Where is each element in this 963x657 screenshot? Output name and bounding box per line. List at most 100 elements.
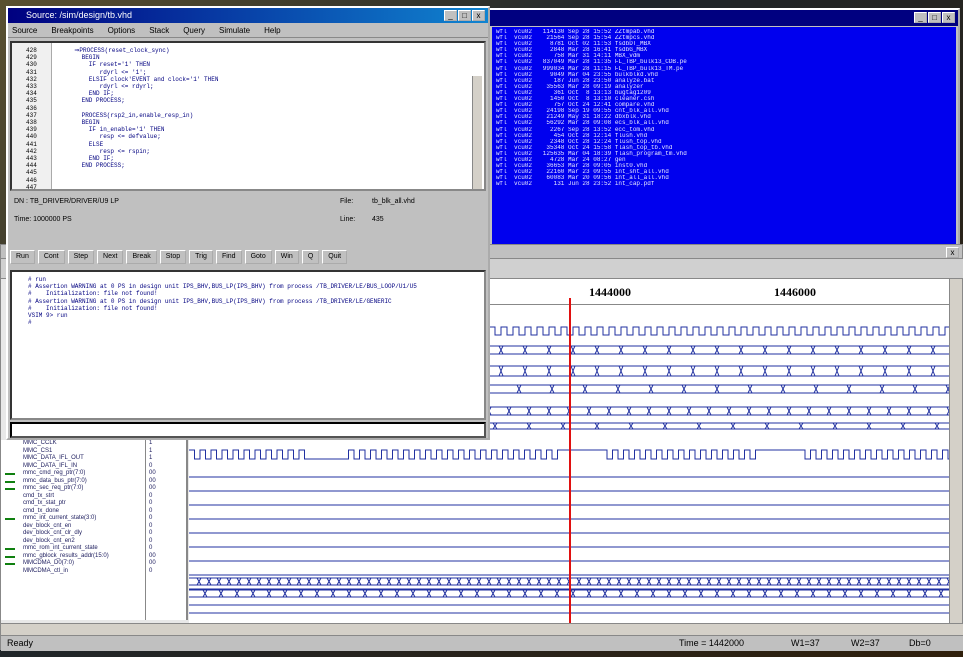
signal-name[interactable]: MMC_DATA_IFL_IN: [1, 463, 145, 471]
toolbar-button[interactable]: Q: [301, 249, 320, 264]
line-number: 434: [26, 90, 37, 98]
window-title: Source: /sim/design/tb.vhd: [26, 10, 133, 20]
code-line[interactable]: END IF;: [60, 155, 218, 162]
menu-bar: Source Breakpoints Options Stack Query Simula…: [8, 23, 488, 38]
source-window[interactable]: Source: /sim/design/tb.vhd _ □ x Source Bre…: [6, 6, 490, 440]
code-line[interactable]: ⇒PROCESS(reset_clock_sync): [60, 47, 218, 54]
toolbar-button[interactable]: Goto: [244, 249, 272, 264]
transcript-line: #: [28, 319, 32, 327]
code-line[interactable]: ELSIF clock'EVENT and clock='1' THEN: [60, 76, 219, 83]
signal-name[interactable]: mmc_rom_int_current_state: [1, 545, 145, 553]
line-number: 441: [26, 140, 37, 148]
status-w1: W1=37: [791, 638, 820, 648]
signal-names-pane[interactable]: MMC_CCLK MMC_CS1 MMC_DATA_IFL_OUT MMC_DATA_…: [1, 440, 146, 620]
transcript-pane[interactable]: # run # Assertion WARNING at 0 PS in desi…: [10, 270, 486, 420]
code-line[interactable]: BEGIN: [60, 54, 218, 61]
code-line[interactable]: BEGIN: [60, 119, 218, 126]
maximize-button[interactable]: □: [458, 10, 471, 21]
signal-name[interactable]: MMCDMA_ctl_in: [1, 568, 145, 576]
code-editor[interactable]: 428 429 430 431 432 433 434 435 436 437 438 439 440 4…: [10, 41, 486, 191]
code-text[interactable]: ⇒PROCESS(reset_clock_sync) BEGIN IF rese…: [60, 47, 218, 169]
minimize-button[interactable]: _: [914, 12, 927, 23]
toolbar-button[interactable]: Next: [97, 249, 124, 264]
line-number: 444: [26, 162, 37, 170]
signal-name[interactable]: mmc_gblock_results_addr(15:0): [1, 553, 145, 561]
line-number: 436: [26, 104, 37, 112]
signal-name-text: MMC_DATA_IFL_IN: [23, 462, 78, 469]
command-input[interactable]: [10, 422, 486, 438]
source-title-bar[interactable]: Source: /sim/design/tb.vhd _ □ x: [8, 8, 488, 23]
signal-name[interactable]: cmd_tx_stat_ptr: [1, 500, 145, 508]
line-number: 428: [26, 47, 37, 54]
terminal-output[interactable]: wfl vcu02 114130 Sep 28 15:52 ZZtmpab.vh…: [492, 27, 956, 244]
signal-name[interactable]: dev_block_cnt_en: [1, 523, 145, 531]
toolbar-button[interactable]: Stop: [159, 249, 187, 264]
close-icon[interactable]: x: [946, 247, 959, 258]
code-scrollbar[interactable]: [472, 76, 482, 189]
code-line[interactable]: END IF;: [60, 90, 218, 97]
bus-arrow-icon: [5, 518, 15, 520]
code-line[interactable]: [60, 105, 218, 112]
menu-item[interactable]: Options: [108, 23, 136, 37]
code-line[interactable]: rdyrl <= '1';: [60, 69, 218, 76]
menu-item[interactable]: Simulate: [219, 23, 250, 37]
code-line[interactable]: ELSE: [60, 141, 218, 148]
toolbar-button[interactable]: Run: [10, 249, 35, 264]
line-number: 445: [26, 169, 37, 177]
code-line[interactable]: PROCESS(rsp2_in,enable_resp_in): [60, 112, 218, 119]
signal-name[interactable]: mmc_data_bus_ptr(7:0): [1, 478, 145, 486]
toolbar-button[interactable]: Find: [215, 249, 242, 264]
toolbar-button[interactable]: Trig: [189, 249, 213, 264]
bus-arrow-icon: [5, 548, 15, 550]
signal-values-pane[interactable]: 1 1 1 0 00 00 00 0 0 0 0 0 0 0 0 00 00 0: [146, 440, 188, 620]
signal-name[interactable]: MMC_CCLK: [1, 440, 145, 448]
line-numbers: 428 429 430 431 432 433 434 435 436 437 438 439 440 4…: [12, 43, 51, 189]
signal-name[interactable]: mmc_cmd_reg_ptr(7:0): [1, 470, 145, 478]
transcript-line: VSIM 9> run: [28, 312, 68, 320]
signal-name[interactable]: MMCDMA_D0(7:0): [1, 560, 145, 568]
signal-value: 0: [149, 492, 153, 499]
code-line[interactable]: END PROCESS;: [60, 162, 218, 169]
menu-item[interactable]: Stack: [149, 23, 169, 37]
vertical-scrollbar[interactable]: [949, 279, 962, 623]
time-cursor[interactable]: [569, 298, 571, 623]
code-line[interactable]: IF in_enable='1' THEN: [60, 126, 218, 133]
menu-item[interactable]: Query: [183, 23, 205, 37]
code-line[interactable]: rdyrl <= rdyrl;: [60, 83, 218, 90]
signal-name[interactable]: dev_block_cnt_en2: [1, 538, 145, 546]
toolbar-button[interactable]: Quit: [322, 249, 348, 264]
transcript-line: # run: [28, 276, 47, 283]
line-number: 435: [26, 97, 37, 105]
signal-name[interactable]: mmc_sec_req_ptr(7:0): [1, 485, 145, 493]
terminal-window[interactable]: _ □ x wfl vcu02 114130 Sep 28 15:52 ZZtm…: [480, 8, 960, 248]
toolbar-button[interactable]: Break: [126, 249, 157, 264]
signal-name[interactable]: cmd_tx_done: [1, 508, 145, 516]
code-line[interactable]: resp <= defvalue;: [60, 133, 218, 140]
horizontal-scrollbar[interactable]: [1, 623, 963, 635]
toolbar-button[interactable]: Cont: [37, 249, 65, 264]
signal-name[interactable]: dev_block_cnt_clr_dly: [1, 530, 145, 538]
code-line[interactable]: END PROCESS;: [60, 97, 218, 104]
close-button[interactable]: x: [472, 10, 485, 21]
signal-name[interactable]: MMC_CS1: [1, 448, 145, 456]
code-line[interactable]: IF reset='1' THEN: [60, 61, 218, 68]
minimize-button[interactable]: _: [444, 10, 457, 21]
signal-value: 1: [149, 447, 153, 454]
signal-name-text: mmc_data_bus_ptr(7:0): [23, 477, 87, 484]
signal-name[interactable]: MMC_DATA_IFL_OUT: [1, 455, 145, 463]
menu-item[interactable]: Breakpoints: [51, 23, 93, 37]
terminal-title-bar[interactable]: _ □ x: [482, 10, 958, 26]
menu-item[interactable]: Source: [12, 23, 37, 37]
signal-name-text: mmc_rom_int_current_state: [23, 545, 98, 551]
signal-name[interactable]: mmc_int_current_state(3:0): [1, 515, 145, 523]
toolbar-button[interactable]: Step: [67, 249, 95, 264]
code-line[interactable]: resp <= rspin;: [60, 148, 218, 155]
maximize-button[interactable]: □: [928, 12, 941, 23]
signal-value: 0: [149, 530, 153, 536]
menu-item[interactable]: Help: [264, 23, 280, 37]
bus-arrow-icon: [5, 488, 15, 490]
toolbar-button[interactable]: Win: [274, 249, 299, 264]
signal-name[interactable]: cmd_tx_strt: [1, 493, 145, 501]
close-button[interactable]: x: [942, 12, 955, 23]
toolbar-buttons: Run Cont Step Next Break Stop Trig Find Goto Win Q…: [10, 248, 486, 265]
